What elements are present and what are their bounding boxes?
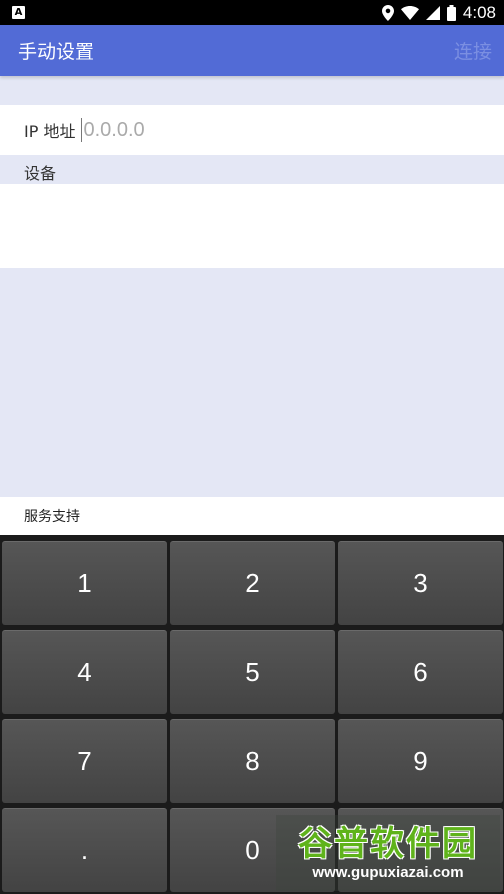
status-bar: A 4:08 (0, 0, 504, 25)
key-8[interactable]: 8 (170, 719, 335, 803)
wifi-icon (400, 5, 419, 20)
device-section-header: 设备 (24, 164, 57, 183)
key-4[interactable]: 4 (2, 630, 167, 714)
ip-address-row: IP 地址 (0, 105, 504, 155)
key-dot[interactable]: . (2, 808, 167, 892)
connect-button[interactable]: 连接 (454, 37, 492, 64)
key-3[interactable]: 3 (338, 541, 503, 625)
service-support-label: 服务支持 (24, 509, 80, 525)
key-2[interactable]: 2 (170, 541, 335, 625)
watermark: 谷普软件园 www.gupuxiazai.com (276, 815, 500, 891)
key-5[interactable]: 5 (170, 630, 335, 714)
ip-address-label: IP 地址 (24, 122, 76, 141)
key-1[interactable]: 1 (2, 541, 167, 625)
key-6[interactable]: 6 (338, 630, 503, 714)
cell-signal-icon (425, 5, 440, 20)
device-list (0, 184, 504, 268)
status-time: 4:08 (462, 2, 496, 22)
battery-icon (446, 4, 456, 21)
watermark-url: www.gupuxiazai.com (312, 864, 464, 881)
key-7[interactable]: 7 (2, 719, 167, 803)
location-icon (381, 4, 394, 21)
page-title: 手动设置 (18, 41, 95, 63)
key-9[interactable]: 9 (338, 719, 503, 803)
service-support-row[interactable]: 服务支持 (0, 497, 504, 535)
notification-a-icon: A (12, 6, 25, 19)
app-bar: 手动设置 连接 (0, 25, 504, 76)
watermark-logo: 谷普软件园 (298, 824, 478, 864)
ip-address-input[interactable] (82, 118, 463, 142)
